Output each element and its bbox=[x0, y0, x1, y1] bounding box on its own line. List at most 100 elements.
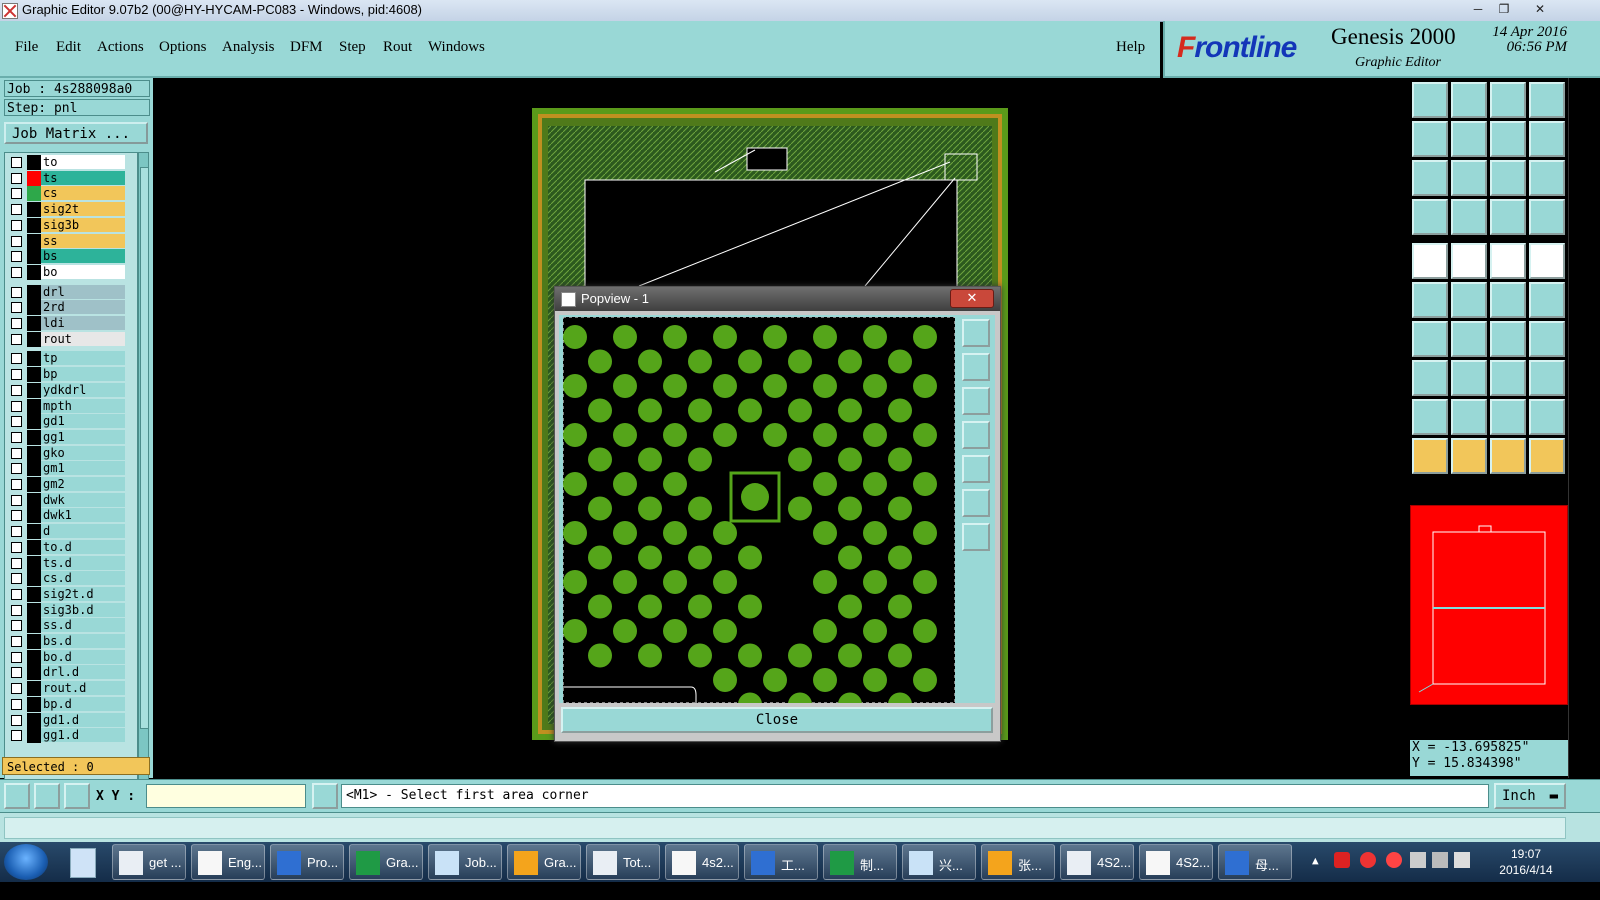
layer-name[interactable]: gg1.d bbox=[41, 728, 125, 743]
zoom-out-all-icon[interactable] bbox=[1451, 160, 1487, 196]
layer-color-swatch[interactable] bbox=[27, 186, 41, 202]
cross-icon[interactable] bbox=[1451, 282, 1487, 318]
layer-row-to[interactable]: to bbox=[5, 155, 137, 170]
layer-name[interactable]: gko bbox=[41, 445, 125, 460]
layer-row-ss-d[interactable]: ss.d bbox=[5, 618, 137, 634]
start-button[interactable] bbox=[4, 844, 48, 880]
layer-color-swatch[interactable] bbox=[27, 217, 41, 233]
layer-checkbox[interactable] bbox=[11, 353, 22, 365]
minimize-button[interactable]: ─ bbox=[1466, 1, 1490, 17]
layer-name[interactable]: rout.d bbox=[41, 681, 125, 696]
layer-color-swatch[interactable] bbox=[27, 492, 41, 508]
layer-color-swatch[interactable] bbox=[27, 602, 41, 618]
layer-checkbox[interactable] bbox=[11, 526, 22, 538]
tray-security-icon[interactable] bbox=[1386, 852, 1402, 868]
taskbar-item[interactable]: 兴... bbox=[902, 844, 976, 880]
layer-name[interactable]: cs bbox=[41, 186, 125, 201]
pan-right-icon[interactable] bbox=[962, 455, 990, 483]
menu-dfm[interactable]: DFM bbox=[290, 39, 323, 56]
layer-name[interactable]: gg1 bbox=[41, 429, 125, 444]
zoom-out-icon[interactable] bbox=[962, 489, 990, 517]
pan-up-icon[interactable] bbox=[962, 353, 990, 381]
menu-options[interactable]: Options bbox=[159, 39, 207, 56]
layer-color-swatch[interactable] bbox=[27, 351, 41, 367]
menu-windows[interactable]: Windows bbox=[428, 39, 485, 56]
layer-name[interactable]: gd1 bbox=[41, 414, 125, 429]
layer-name[interactable]: to bbox=[41, 155, 125, 169]
layer-checkbox[interactable] bbox=[11, 266, 22, 278]
layer-color-swatch[interactable] bbox=[27, 649, 41, 665]
taskbar-item[interactable]: 母... bbox=[1218, 844, 1292, 880]
layer-color-swatch[interactable] bbox=[27, 331, 41, 347]
layer-color-swatch[interactable] bbox=[27, 414, 41, 430]
draw-arrow-icon[interactable] bbox=[1451, 321, 1487, 357]
select-route-icon[interactable] bbox=[1529, 438, 1565, 474]
layer-checkbox[interactable] bbox=[11, 302, 22, 314]
home-down-icon[interactable] bbox=[1451, 82, 1487, 118]
pan-left-icon[interactable] bbox=[962, 421, 990, 449]
layer-name[interactable]: to.d bbox=[41, 539, 125, 554]
layer-color-swatch[interactable] bbox=[27, 202, 41, 218]
window-icon[interactable] bbox=[1529, 82, 1565, 118]
layer-row-drl[interactable]: drl bbox=[5, 284, 137, 300]
layer-checkbox[interactable] bbox=[11, 730, 22, 742]
layer-row-ts[interactable]: ts bbox=[5, 170, 137, 186]
overview-map[interactable] bbox=[1410, 505, 1568, 705]
layer-color-swatch[interactable] bbox=[27, 681, 41, 697]
layer-row-bp-d[interactable]: bp.d bbox=[5, 696, 137, 712]
layer-name[interactable]: gm2 bbox=[41, 477, 125, 491]
layer-row-gd1-d[interactable]: gd1.d bbox=[5, 712, 137, 728]
layer-name[interactable]: rout bbox=[41, 331, 125, 346]
layer-checkbox[interactable] bbox=[11, 604, 22, 616]
grid-icon[interactable] bbox=[64, 783, 90, 809]
layer-checkbox[interactable] bbox=[11, 172, 22, 184]
menu-edit[interactable]: Edit bbox=[56, 39, 81, 56]
rotate-icon[interactable] bbox=[1490, 321, 1526, 357]
redo-frame-icon[interactable] bbox=[1529, 121, 1565, 157]
line-point-icon[interactable] bbox=[1490, 282, 1526, 318]
layer-color-swatch[interactable] bbox=[27, 461, 41, 477]
layer-name[interactable]: bp bbox=[41, 367, 125, 382]
volume-icon[interactable] bbox=[1454, 852, 1470, 868]
layer-name[interactable]: bs.d bbox=[41, 634, 125, 648]
taskbar-item[interactable]: Eng... bbox=[191, 844, 265, 880]
select-cursor-alt-icon[interactable] bbox=[1451, 438, 1487, 474]
tray-browser-icon[interactable] bbox=[1360, 852, 1376, 868]
layers-alt-icon[interactable] bbox=[1529, 199, 1565, 235]
undo-frame-icon[interactable] bbox=[1490, 121, 1526, 157]
layer-color-swatch[interactable] bbox=[27, 712, 41, 728]
layer-name[interactable]: bo bbox=[41, 264, 125, 279]
layer-checkbox[interactable] bbox=[11, 384, 22, 396]
layer-color-swatch[interactable] bbox=[27, 367, 41, 383]
layer-color-swatch[interactable] bbox=[27, 316, 41, 331]
tray-flag-icon[interactable] bbox=[1410, 852, 1426, 868]
layer-name[interactable]: gm1 bbox=[41, 461, 125, 476]
layer-name[interactable]: tp bbox=[41, 351, 125, 366]
popview-close-x-button[interactable]: ✕ bbox=[950, 289, 994, 308]
snap-icon[interactable] bbox=[34, 783, 60, 809]
layers-icon[interactable] bbox=[1490, 199, 1526, 235]
ruler-icon[interactable] bbox=[1490, 243, 1526, 279]
layer-row-gko[interactable]: gko bbox=[5, 445, 137, 461]
layer-name[interactable]: bp.d bbox=[41, 696, 125, 711]
layer-checkbox[interactable] bbox=[11, 510, 22, 522]
select-cursor-red-icon[interactable] bbox=[1490, 438, 1526, 474]
layer-row-ts-d[interactable]: ts.d bbox=[5, 555, 137, 571]
measure-icon[interactable] bbox=[4, 783, 30, 809]
zoom-in-icon[interactable] bbox=[962, 523, 990, 551]
tools-icon[interactable] bbox=[1412, 199, 1448, 235]
layer-checkbox[interactable] bbox=[11, 651, 22, 663]
layer-row-d[interactable]: d bbox=[5, 524, 137, 540]
layer-row-rout-d[interactable]: rout.d bbox=[5, 681, 137, 697]
layer-name[interactable]: ts.d bbox=[41, 555, 125, 570]
layer-color-swatch[interactable] bbox=[27, 586, 41, 602]
layer-list-scrollbar[interactable] bbox=[138, 152, 149, 828]
unit-selector[interactable]: Inch ▬ bbox=[1494, 783, 1566, 809]
layer-checkbox[interactable] bbox=[11, 157, 22, 168]
popview-canvas[interactable] bbox=[563, 317, 955, 703]
layer-row-gd1[interactable]: gd1 bbox=[5, 414, 137, 430]
dash-icon[interactable] bbox=[1451, 360, 1487, 396]
zoom-fit-icon[interactable] bbox=[962, 319, 990, 347]
layer-row-sig2t[interactable]: sig2t bbox=[5, 202, 137, 218]
layer-row-bs-d[interactable]: bs.d bbox=[5, 634, 137, 649]
